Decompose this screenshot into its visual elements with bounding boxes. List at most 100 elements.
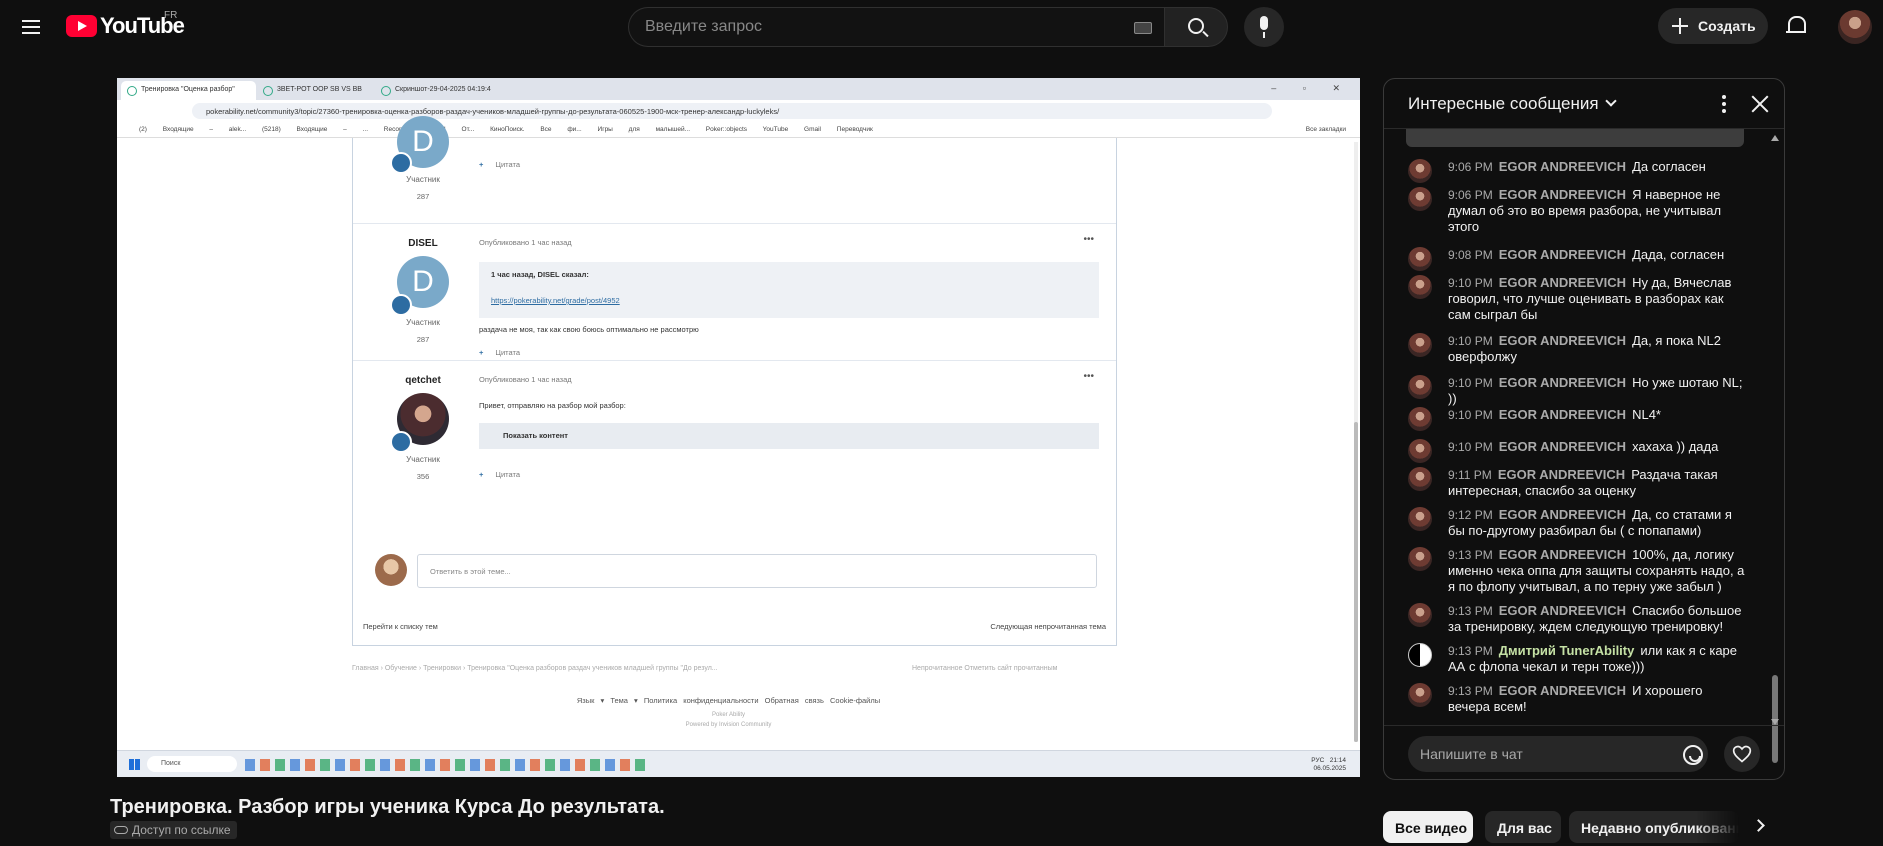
chat-mode-dropdown[interactable]: Интересные сообщения bbox=[1408, 94, 1617, 114]
chat-author[interactable]: EGOR ANDREEVICH bbox=[1499, 407, 1626, 422]
chat-author[interactable]: EGOR ANDREEVICH bbox=[1499, 333, 1626, 348]
windows-taskbar: Поиск РУС 21:14 06.05.2025 bbox=[117, 750, 1360, 777]
chip-for-you[interactable]: Для вас bbox=[1485, 811, 1561, 843]
chat-author[interactable]: EGOR ANDREEVICH bbox=[1499, 439, 1626, 454]
more-options-icon[interactable] bbox=[1714, 93, 1734, 115]
chat-timestamp: 9:13 PM bbox=[1448, 684, 1493, 698]
chat-author[interactable]: EGOR ANDREEVICH bbox=[1499, 547, 1626, 562]
chat-text: Да согласен bbox=[1632, 159, 1706, 174]
chat-author[interactable]: Дмитрий TunerAbility bbox=[1499, 643, 1635, 658]
post-text: Привет, отправляю на разбор мой разбор: bbox=[479, 401, 626, 410]
next-topic-link: Следующая непрочитанная тема bbox=[990, 622, 1106, 631]
chat-timestamp: 9:12 PM bbox=[1448, 508, 1493, 522]
post-menu-icon: ••• bbox=[1083, 234, 1094, 245]
chat-timestamp: 9:06 PM bbox=[1448, 188, 1493, 202]
author-avatar[interactable] bbox=[1408, 439, 1432, 463]
chat-message-body: 9:13 PM EGOR ANDREEVICH Спасибо большое за… bbox=[1448, 603, 1748, 635]
system-tray: РУС 21:14 06.05.2025 bbox=[1311, 757, 1346, 773]
author-avatar[interactable] bbox=[1408, 375, 1432, 399]
scroll-up-icon[interactable] bbox=[1771, 135, 1779, 141]
chat-message: 9:10 PM EGOR ANDREEVICH Да, я пока NL2 ове… bbox=[1408, 333, 1748, 365]
tray-lang: РУС bbox=[1311, 757, 1325, 764]
related-filter-chips: Все видео Для вас Недавно опубликованные bbox=[1383, 811, 1883, 843]
author-avatar[interactable] bbox=[1408, 275, 1432, 299]
chat-author[interactable]: EGOR ANDREEVICH bbox=[1499, 683, 1626, 698]
menu-icon[interactable] bbox=[16, 12, 46, 42]
link-icon bbox=[114, 826, 128, 834]
chat-author[interactable]: EGOR ANDREEVICH bbox=[1499, 159, 1626, 174]
rank-badge-icon bbox=[390, 294, 412, 316]
chat-timestamp: 9:10 PM bbox=[1448, 376, 1493, 390]
create-label: Создать bbox=[1698, 18, 1756, 34]
heart-icon bbox=[1732, 745, 1752, 763]
author-avatar[interactable] bbox=[1408, 547, 1432, 571]
chat-author[interactable]: EGOR ANDREEVICH bbox=[1499, 603, 1626, 618]
post-role: Участник bbox=[406, 455, 440, 464]
chat-message-body: 9:06 PM EGOR ANDREEVICH Да согласен bbox=[1448, 159, 1748, 175]
chat-message: 9:06 PM EGOR ANDREEVICH Я наверное не дума… bbox=[1408, 187, 1748, 235]
chat-message: 9:13 PM EGOR ANDREEVICH И хорошего вечера … bbox=[1408, 683, 1748, 715]
author-avatar[interactable] bbox=[1408, 333, 1432, 357]
emoji-icon[interactable] bbox=[1683, 745, 1703, 765]
chat-author[interactable]: EGOR ANDREEVICH bbox=[1499, 375, 1626, 390]
create-button[interactable]: Создать bbox=[1658, 8, 1768, 44]
chat-author[interactable]: EGOR ANDREEVICH bbox=[1499, 187, 1626, 202]
author-avatar[interactable] bbox=[1408, 643, 1432, 667]
author-avatar[interactable] bbox=[1408, 247, 1432, 271]
chat-author[interactable]: EGOR ANDREEVICH bbox=[1499, 275, 1626, 290]
quote-link: Цитата bbox=[479, 470, 520, 479]
browser-tab: Скриншот-29-04-2025 04:19:4 bbox=[375, 81, 507, 100]
prev-topic-link: Перейти к списку тем bbox=[363, 622, 438, 631]
chip-recently-uploaded[interactable]: Недавно опубликованные bbox=[1569, 811, 1739, 843]
microphone-icon bbox=[1260, 16, 1268, 38]
voice-search-button[interactable] bbox=[1244, 7, 1284, 47]
chat-author[interactable]: EGOR ANDREEVICH bbox=[1499, 247, 1626, 262]
search-box bbox=[628, 7, 1165, 47]
chat-timestamp: 9:10 PM bbox=[1448, 334, 1493, 348]
keyboard-icon[interactable] bbox=[1134, 22, 1152, 34]
author-avatar[interactable] bbox=[1408, 187, 1432, 211]
chip-all-videos[interactable]: Все видео bbox=[1383, 811, 1473, 843]
quote-link: Цитата bbox=[479, 348, 520, 357]
video-title: Тренировка. Разбор игры ученика Курса До… bbox=[110, 796, 665, 818]
chat-input[interactable] bbox=[1408, 736, 1708, 772]
search-button[interactable] bbox=[1164, 7, 1228, 47]
author-avatar[interactable] bbox=[1408, 467, 1432, 491]
forum-post: DISEL D Участник 287 Опубликовано 1 час … bbox=[353, 224, 1116, 361]
forum-post: D Участник 287 Цитата bbox=[353, 116, 1116, 224]
windows-start-icon bbox=[129, 759, 140, 770]
browser-address-bar: pokerability.net/community3/topic/27360-… bbox=[117, 100, 1360, 122]
account-avatar[interactable] bbox=[1838, 10, 1872, 44]
author-avatar[interactable] bbox=[1408, 507, 1432, 531]
author-avatar[interactable] bbox=[1408, 603, 1432, 627]
chat-input-area bbox=[1384, 725, 1784, 779]
author-avatar[interactable] bbox=[1408, 407, 1432, 431]
reply-field: Ответить в этой теме... bbox=[417, 554, 1097, 588]
video-player[interactable]: Тренировка "Оценка разбор" 3BET-POT OOP … bbox=[117, 78, 1360, 777]
forum-page: D Участник 287 Цитата DISEL D Участник 2… bbox=[117, 116, 1360, 750]
rank-badge-icon bbox=[390, 431, 412, 453]
author-avatar[interactable] bbox=[1408, 683, 1432, 707]
forum-thread: D Участник 287 Цитата DISEL D Участник 2… bbox=[352, 116, 1117, 646]
chat-message-body: 9:13 PM EGOR ANDREEVICH 100%, да, логику и… bbox=[1448, 547, 1748, 595]
search-input[interactable] bbox=[645, 8, 1105, 46]
notifications-bell-icon[interactable] bbox=[1786, 14, 1806, 36]
forum-post: qetchet Участник 356 Опубликовано 1 час … bbox=[353, 361, 1116, 511]
chat-timestamp: 9:13 PM bbox=[1448, 604, 1493, 618]
chat-mode-label: Интересные сообщения bbox=[1408, 94, 1599, 113]
chat-message: 9:10 PM EGOR ANDREEVICH NL4* bbox=[1408, 407, 1748, 431]
chat-scrollbar[interactable] bbox=[1770, 135, 1780, 763]
chat-message-body: 9:12 PM EGOR ANDREEVICH Да, со статами я б… bbox=[1448, 507, 1748, 539]
chat-message: 9:13 PM EGOR ANDREEVICH 100%, да, логику и… bbox=[1408, 547, 1748, 595]
chat-author[interactable]: EGOR ANDREEVICH bbox=[1498, 467, 1625, 482]
close-icon[interactable] bbox=[1749, 93, 1771, 115]
chevron-right-icon[interactable] bbox=[1752, 819, 1765, 832]
chat-timestamp: 9:06 PM bbox=[1448, 160, 1493, 174]
reaction-button[interactable] bbox=[1724, 736, 1760, 772]
window-controls: – ▫ ✕ bbox=[1271, 83, 1352, 93]
chat-message-body: 9:11 PM EGOR ANDREEVICH Раздача такая инте… bbox=[1448, 467, 1748, 499]
search-icon bbox=[1188, 18, 1204, 34]
forum-footer-small: Poker Ability Powered by Invision Commun… bbox=[117, 710, 1340, 730]
chat-author[interactable]: EGOR ANDREEVICH bbox=[1499, 507, 1626, 522]
author-avatar[interactable] bbox=[1408, 159, 1432, 183]
